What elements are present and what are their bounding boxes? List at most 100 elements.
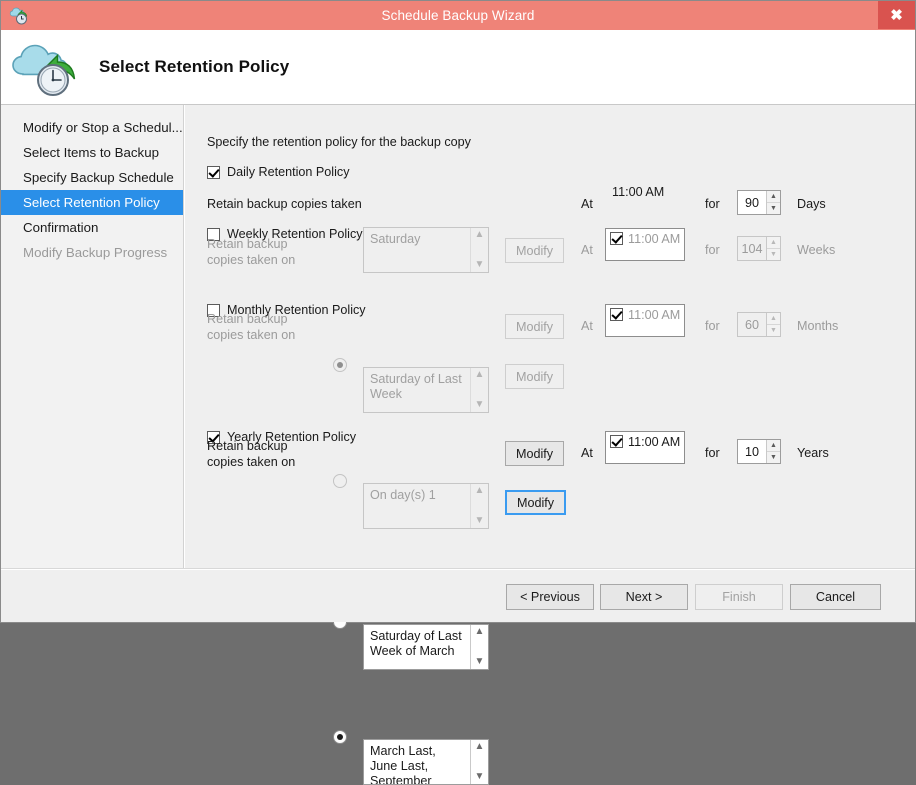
yearly-option2-listbox[interactable]: March Last, June Last, September ▲ ▼ bbox=[363, 739, 489, 785]
monthly-option2-modify-button: Modify bbox=[505, 364, 564, 389]
monthly-duration-spin-buttons: ▲ ▼ bbox=[766, 313, 780, 336]
monthly-option1-modify-button: Modify bbox=[505, 314, 564, 339]
spin-up-icon[interactable]: ▲ bbox=[767, 440, 780, 452]
wizard-footer: < Previous Next > Finish Cancel bbox=[1, 569, 915, 622]
monthly-time-value: 11:00 AM bbox=[628, 308, 680, 322]
monthly-unit-label: Months bbox=[797, 319, 838, 333]
chevron-up-icon: ▲ bbox=[475, 370, 485, 380]
daily-retention-checkbox-row[interactable]: Daily Retention Policy bbox=[207, 165, 350, 179]
daily-duration-stepper[interactable]: 90 ▲ ▼ bbox=[737, 190, 781, 215]
yearly-duration-spin-buttons[interactable]: ▲ ▼ bbox=[766, 440, 780, 463]
weekly-day-listbox[interactable]: Saturday ▲ ▼ bbox=[363, 227, 489, 273]
chevron-down-icon[interactable]: ▼ bbox=[475, 657, 485, 667]
monthly-option2-listbox: On day(s) 1 ▲ ▼ bbox=[363, 483, 489, 529]
monthly-for-label: for bbox=[705, 319, 720, 333]
yearly-option2-modify-button[interactable]: Modify bbox=[505, 490, 566, 515]
weekly-duration-value: 104 bbox=[738, 237, 766, 260]
app-cloud-clock-icon bbox=[9, 5, 31, 26]
weekly-time-value: 11:00 AM bbox=[628, 232, 680, 246]
yearly-time-value: 11:00 AM bbox=[628, 435, 680, 449]
sidebar-item-specify-schedule[interactable]: Specify Backup Schedule bbox=[1, 165, 183, 190]
monthly-time-box: 11:00 AM bbox=[605, 304, 685, 337]
weekly-time-checkbox[interactable] bbox=[610, 232, 623, 245]
cloud-backup-clock-icon bbox=[9, 36, 79, 98]
chevron-up-icon[interactable]: ▲ bbox=[475, 627, 485, 637]
wizard-window: Schedule Backup Wizard ✖ Select Retentio… bbox=[0, 0, 916, 623]
daily-retention-label: Daily Retention Policy bbox=[227, 165, 350, 179]
spin-up-icon: ▲ bbox=[767, 313, 780, 325]
daily-unit-label: Days bbox=[797, 197, 826, 211]
yearly-retain-label: Retain backup copies taken on bbox=[207, 438, 327, 470]
title-bar: Schedule Backup Wizard ✖ bbox=[1, 1, 915, 30]
page-title: Select Retention Policy bbox=[99, 57, 289, 77]
previous-button[interactable]: < Previous bbox=[506, 584, 594, 610]
spin-down-icon: ▼ bbox=[767, 325, 780, 336]
daily-duration-value[interactable]: 90 bbox=[738, 191, 766, 214]
instruction-text: Specify the retention policy for the bac… bbox=[207, 135, 471, 149]
chevron-up-icon[interactable]: ▲ bbox=[475, 230, 485, 240]
chevron-up-icon[interactable]: ▲ bbox=[475, 742, 485, 752]
yearly-option1-modify-button[interactable]: Modify bbox=[505, 441, 564, 466]
yearly-for-label: for bbox=[705, 446, 720, 460]
daily-retention-checkbox[interactable] bbox=[207, 166, 220, 179]
spin-down-icon[interactable]: ▼ bbox=[767, 203, 780, 214]
weekly-duration-spin-buttons: ▲ ▼ bbox=[766, 237, 780, 260]
sidebar-item-select-retention-policy[interactable]: Select Retention Policy bbox=[1, 190, 183, 215]
sidebar-item-confirmation[interactable]: Confirmation bbox=[1, 215, 183, 240]
yearly-option1-scroll-arrows[interactable]: ▲ ▼ bbox=[470, 625, 488, 669]
spin-up-icon[interactable]: ▲ bbox=[767, 191, 780, 203]
yearly-duration-value[interactable]: 10 bbox=[738, 440, 766, 463]
chevron-down-icon: ▼ bbox=[475, 400, 485, 410]
yearly-time-checkbox[interactable] bbox=[610, 435, 623, 448]
close-icon[interactable]: ✖ bbox=[878, 1, 915, 29]
monthly-time-checkbox bbox=[610, 308, 623, 321]
yearly-option2-radio[interactable] bbox=[333, 730, 347, 744]
finish-button: Finish bbox=[695, 584, 783, 610]
yearly-unit-label: Years bbox=[797, 446, 829, 460]
window-body: Modify or Stop a Schedul... Select Items… bbox=[1, 105, 915, 569]
daily-at-label: At bbox=[581, 197, 593, 211]
monthly-retain-label: Retain backup copies taken on bbox=[207, 311, 327, 343]
page-header: Select Retention Policy bbox=[1, 30, 915, 105]
daily-duration-spin-buttons[interactable]: ▲ ▼ bbox=[766, 191, 780, 214]
chevron-down-icon: ▼ bbox=[475, 516, 485, 526]
window-title: Schedule Backup Wizard bbox=[1, 8, 915, 23]
wizard-step-nav: Modify or Stop a Schedul... Select Items… bbox=[1, 105, 184, 569]
weekly-at-label: At bbox=[581, 243, 593, 257]
yearly-option1-listbox[interactable]: Saturday of Last Week of March ▲ ▼ bbox=[363, 624, 489, 670]
monthly-option2-scroll-arrows: ▲ ▼ bbox=[470, 484, 488, 528]
cancel-button[interactable]: Cancel bbox=[790, 584, 881, 610]
spin-down-icon: ▼ bbox=[767, 249, 780, 260]
weekly-for-label: for bbox=[705, 243, 720, 257]
daily-for-label: for bbox=[705, 197, 720, 211]
monthly-at-label: At bbox=[581, 319, 593, 333]
sidebar-item-modify-or-stop[interactable]: Modify or Stop a Schedul... bbox=[1, 115, 183, 140]
next-button[interactable]: Next > bbox=[600, 584, 688, 610]
monthly-option1-radio bbox=[333, 358, 347, 372]
weekly-retain-label: Retain backup copies taken on bbox=[207, 236, 327, 268]
weekly-day-scroll-arrows[interactable]: ▲ ▼ bbox=[470, 228, 488, 272]
yearly-option2-scroll-arrows[interactable]: ▲ ▼ bbox=[470, 740, 488, 784]
spin-up-icon: ▲ bbox=[767, 237, 780, 249]
yearly-duration-stepper[interactable]: 10 ▲ ▼ bbox=[737, 439, 781, 464]
monthly-option1-listbox: Saturday of Last Week ▲ ▼ bbox=[363, 367, 489, 413]
sidebar-item-select-items[interactable]: Select Items to Backup bbox=[1, 140, 183, 165]
monthly-duration-value: 60 bbox=[738, 313, 766, 336]
yearly-time-box[interactable]: 11:00 AM bbox=[605, 431, 685, 464]
daily-retain-label: Retain backup copies taken bbox=[207, 197, 362, 211]
weekly-modify-button: Modify bbox=[505, 238, 564, 263]
chevron-down-icon[interactable]: ▼ bbox=[475, 772, 485, 782]
monthly-option1-scroll-arrows: ▲ ▼ bbox=[470, 368, 488, 412]
chevron-up-icon: ▲ bbox=[475, 486, 485, 496]
retention-policy-panel: Specify the retention policy for the bac… bbox=[184, 105, 915, 569]
monthly-duration-stepper: 60 ▲ ▼ bbox=[737, 312, 781, 337]
sidebar-item-modify-backup-progress: Modify Backup Progress bbox=[1, 240, 183, 265]
weekly-duration-stepper: 104 ▲ ▼ bbox=[737, 236, 781, 261]
weekly-unit-label: Weeks bbox=[797, 243, 835, 257]
spin-down-icon[interactable]: ▼ bbox=[767, 452, 780, 463]
yearly-at-label: At bbox=[581, 446, 593, 460]
chevron-down-icon[interactable]: ▼ bbox=[475, 260, 485, 270]
daily-time-value: 11:00 AM bbox=[612, 185, 664, 199]
monthly-option2-radio bbox=[333, 474, 347, 488]
weekly-time-box[interactable]: 11:00 AM bbox=[605, 228, 685, 261]
